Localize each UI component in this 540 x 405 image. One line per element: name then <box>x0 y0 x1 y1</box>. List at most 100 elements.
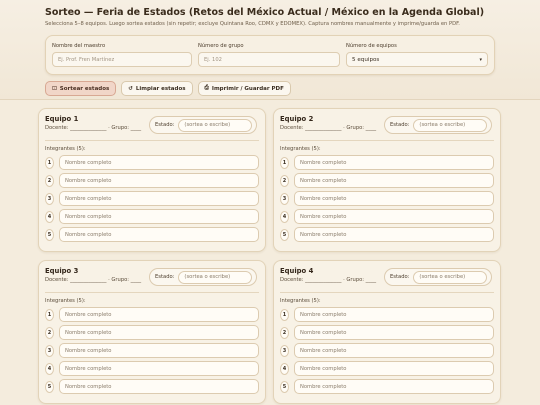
member-row: 5 Nombre completo <box>280 379 494 394</box>
member-row: 5 Nombre completo <box>45 379 259 394</box>
members-label: Integrantes (5): <box>45 146 86 152</box>
member-number: 1 <box>280 308 289 321</box>
state-input[interactable]: (sortea o escribe) <box>413 270 488 284</box>
member-row: 4 Nombre completo <box>45 209 259 224</box>
member-name-input[interactable]: Nombre completo <box>59 343 259 358</box>
state-label: Estado: <box>390 274 410 280</box>
member-name-input[interactable]: Nombre completo <box>294 307 494 322</box>
state-label: Estado: <box>155 122 175 128</box>
divider <box>45 292 259 293</box>
member-row: 4 Nombre completo <box>280 361 494 376</box>
clear-states-button[interactable]: ↺ Limpiar estados <box>121 81 193 96</box>
print-button[interactable]: ⎙ Imprimir / Guardar PDF <box>197 81 291 96</box>
member-number: 2 <box>280 174 289 187</box>
team-card: Equipo 3 Docente: ______________ · Grupo:… <box>38 260 266 404</box>
member-name-input[interactable]: Nombre completo <box>59 209 259 224</box>
divider <box>45 140 259 141</box>
clear-states-label: Limpiar estados <box>135 85 186 92</box>
members-label: Integrantes (5): <box>280 146 321 152</box>
members-label: Integrantes (5): <box>45 298 86 304</box>
state-field: Estado: (sortea o escribe) <box>384 268 492 286</box>
member-number: 4 <box>280 362 289 375</box>
member-number: 4 <box>45 210 54 223</box>
member-name-input[interactable]: Nombre completo <box>294 343 494 358</box>
member-number: 5 <box>280 380 289 393</box>
state-field: Estado: (sortea o escribe) <box>149 268 257 286</box>
group-input[interactable]: Ej. 102 <box>198 52 341 67</box>
member-name-input[interactable]: Nombre completo <box>59 191 259 206</box>
toolbar: ⚀ Sortear estados ↺ Limpiar estados ⎙ Im… <box>45 81 495 96</box>
divider <box>280 140 494 141</box>
state-input[interactable]: (sortea o escribe) <box>178 270 253 284</box>
member-name-input[interactable]: Nombre completo <box>294 173 494 188</box>
page-title: Sorteo — Feria de Estados (Retos del Méx… <box>45 7 485 18</box>
state-input[interactable]: (sortea o escribe) <box>413 118 488 132</box>
member-row: 1 Nombre completo <box>280 307 494 322</box>
member-name-input[interactable]: Nombre completo <box>294 209 494 224</box>
member-row: 2 Nombre completo <box>280 173 494 188</box>
member-name-input[interactable]: Nombre completo <box>59 173 259 188</box>
chevron-down-icon: ▾ <box>479 56 483 63</box>
member-number: 4 <box>280 210 289 223</box>
teacher-label: Nombre del maestro <box>52 43 106 49</box>
member-name-input[interactable]: Nombre completo <box>294 379 494 394</box>
teams-grid: Equipo 1 Docente: ______________ · Grupo:… <box>38 108 502 404</box>
member-name-input[interactable]: Nombre completo <box>59 307 259 322</box>
member-row: 2 Nombre completo <box>45 325 259 340</box>
state-label: Estado: <box>390 122 410 128</box>
member-row: 1 Nombre completo <box>45 307 259 322</box>
member-name-input[interactable]: Nombre completo <box>59 155 259 170</box>
state-input[interactable]: (sortea o escribe) <box>178 118 253 132</box>
draw-states-button[interactable]: ⚀ Sortear estados <box>45 81 117 96</box>
member-number: 1 <box>280 156 289 169</box>
member-row: 3 Nombre completo <box>280 191 494 206</box>
member-name-input[interactable]: Nombre completo <box>294 361 494 376</box>
member-number: 3 <box>45 192 54 205</box>
member-row: 3 Nombre completo <box>280 343 494 358</box>
member-row: 1 Nombre completo <box>45 155 259 170</box>
members-list: 1 Nombre completo 2 Nombre completo 3 No… <box>45 155 259 242</box>
member-row: 3 Nombre completo <box>45 191 259 206</box>
member-number: 1 <box>45 308 54 321</box>
member-name-input[interactable]: Nombre completo <box>294 325 494 340</box>
team-card: Equipo 2 Docente: ______________ · Grupo:… <box>273 108 501 252</box>
member-row: 3 Nombre completo <box>45 343 259 358</box>
team-card: Equipo 4 Docente: ______________ · Grupo:… <box>273 260 501 404</box>
teams-select[interactable]: 5 equipos ▾ <box>346 52 489 67</box>
member-row: 2 Nombre completo <box>45 173 259 188</box>
printer-icon: ⎙ <box>204 85 209 91</box>
state-field: Estado: (sortea o escribe) <box>149 116 257 134</box>
member-row: 4 Nombre completo <box>280 209 494 224</box>
draw-states-label: Sortear estados <box>59 85 110 92</box>
divider <box>280 292 494 293</box>
member-name-input[interactable]: Nombre completo <box>294 227 494 242</box>
teams-select-value: 5 equipos <box>352 56 380 63</box>
page-subtitle: Selecciona 5–8 equipos. Luego sortea est… <box>45 21 460 27</box>
settings-form: Nombre del maestro Ej. Prof. Fren Martín… <box>45 35 495 75</box>
member-name-input[interactable]: Nombre completo <box>294 155 494 170</box>
member-name-input[interactable]: Nombre completo <box>59 227 259 242</box>
group-field-group: Número de grupo Ej. 102 <box>198 43 341 74</box>
member-name-input[interactable]: Nombre completo <box>59 361 259 376</box>
member-number: 2 <box>280 326 289 339</box>
member-number: 2 <box>45 326 54 339</box>
refresh-icon: ↺ <box>128 85 133 92</box>
teams-label: Número de equipos <box>346 43 397 49</box>
dice-icon: ⚀ <box>52 85 57 92</box>
member-row: 5 Nombre completo <box>280 227 494 242</box>
member-row: 1 Nombre completo <box>280 155 494 170</box>
page-header: Sorteo — Feria de Estados (Retos del Méx… <box>0 0 540 100</box>
member-row: 2 Nombre completo <box>280 325 494 340</box>
state-label: Estado: <box>155 274 175 280</box>
members-list: 1 Nombre completo 2 Nombre completo 3 No… <box>280 155 494 242</box>
member-number: 2 <box>45 174 54 187</box>
member-number: 3 <box>45 344 54 357</box>
member-name-input[interactable]: Nombre completo <box>59 325 259 340</box>
member-name-input[interactable]: Nombre completo <box>59 379 259 394</box>
member-number: 5 <box>45 228 54 241</box>
member-number: 3 <box>280 192 289 205</box>
team-card: Equipo 1 Docente: ______________ · Grupo:… <box>38 108 266 252</box>
teacher-input[interactable]: Ej. Prof. Fren Martínez <box>52 52 193 67</box>
member-number: 3 <box>280 344 289 357</box>
member-name-input[interactable]: Nombre completo <box>294 191 494 206</box>
